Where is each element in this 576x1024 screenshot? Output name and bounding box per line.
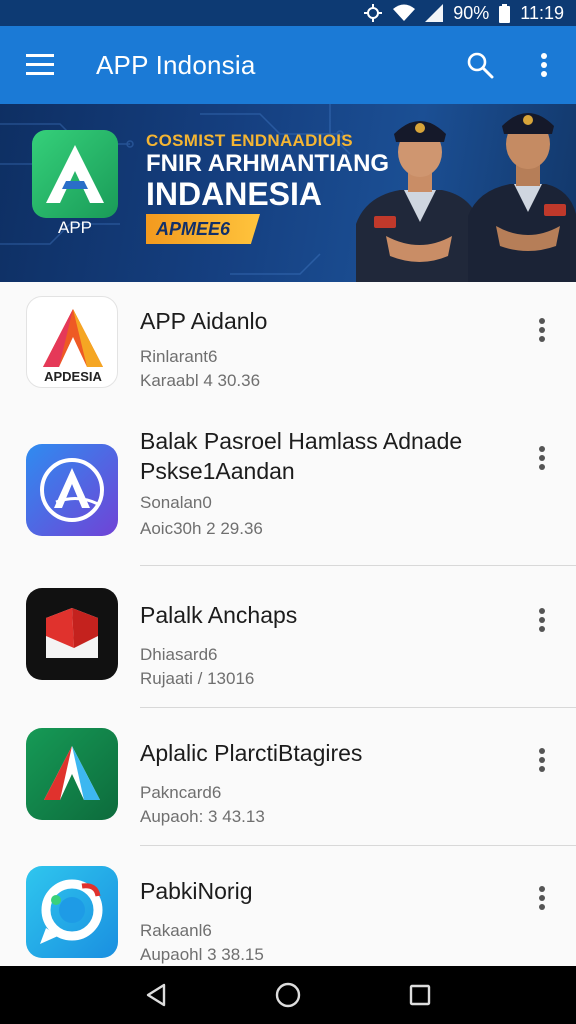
clock: 11:19	[520, 2, 564, 23]
list-item[interactable]: Balak Pasroel Hamlass Adnade Pskse1Aanda…	[0, 422, 576, 566]
home-button[interactable]	[258, 966, 318, 1024]
banner-badge: APMEE6	[146, 214, 261, 244]
list-item[interactable]: PabkiNorig Rakaanl6 Aupaohl 3 38.15	[0, 846, 576, 966]
battery-icon	[499, 3, 511, 23]
app-title: Aplalic PlarctiBtagires	[140, 740, 363, 766]
wifi-icon	[393, 4, 416, 22]
app-title: APP Aidanlo	[140, 308, 268, 334]
home-circle-icon	[275, 982, 301, 1008]
signal-icon	[425, 4, 444, 22]
chat-bubble-logo-icon	[26, 866, 118, 958]
sync-icon	[363, 3, 383, 23]
banner-headline-3: INDANESIA	[146, 176, 323, 212]
more-vert-icon	[539, 446, 545, 470]
more-button[interactable]	[520, 308, 564, 352]
list-item[interactable]: Aplalic PlarctiBtagires Pakncard6 Aupaoh…	[0, 708, 576, 846]
app-subtitle: Dhiasard6	[140, 645, 218, 664]
app-list: APDESIA APP Aidanlo Rinlarant6 Karaabl 4…	[0, 282, 576, 966]
app-bar: APP Indonsia	[0, 26, 576, 104]
more-vert-icon	[539, 318, 545, 342]
navigation-bar	[0, 966, 576, 1024]
app-date: Karaabl 4 30.36	[140, 371, 261, 390]
more-vert-icon	[539, 748, 545, 772]
app-date: Aupaohl 3 38.15	[140, 945, 264, 964]
banner-app-logo	[32, 130, 118, 218]
more-button[interactable]	[520, 738, 564, 782]
app-date: Rujaati / 13016	[140, 669, 255, 688]
more-vert-icon	[539, 886, 545, 910]
banner-headline-2: FNIR ARHMANTIANG	[146, 150, 390, 177]
officers-illustration	[356, 113, 576, 282]
search-button[interactable]	[448, 26, 512, 104]
a-logo-icon	[46, 145, 104, 203]
more-vert-icon	[541, 53, 547, 77]
app-title: APP Indonsia	[96, 49, 256, 80]
menu-button[interactable]	[0, 26, 80, 104]
apdesia-logo-icon: APDESIA	[26, 296, 118, 388]
app-date: Aoic30h 2 29.36	[140, 519, 263, 538]
recents-square-icon	[409, 984, 431, 1006]
more-button[interactable]	[520, 876, 564, 920]
search-icon	[467, 52, 494, 79]
app-subtitle: Pakncard6	[140, 783, 222, 802]
green-a-logo-icon	[26, 728, 118, 820]
app-title: Balak Pasroel Hamlass Adnade Pskse1Aanda…	[140, 428, 463, 484]
blue-a-logo-icon	[26, 444, 118, 536]
banner-logo-label: APP	[57, 218, 93, 237]
app-title: PabkiNorig	[140, 878, 253, 904]
app-subtitle: Sonalan0	[140, 493, 212, 512]
more-button[interactable]	[520, 436, 564, 480]
battery-level: 90%	[453, 2, 490, 23]
app-date: Aupaoh: 3 43.13	[140, 807, 265, 826]
app-title: Palalk Anchaps	[140, 602, 298, 628]
hamburger-icon	[26, 54, 54, 75]
red-box-logo-icon	[26, 588, 118, 680]
overflow-menu-button[interactable]	[512, 26, 576, 104]
back-button[interactable]	[126, 966, 186, 1024]
recents-button[interactable]	[390, 966, 450, 1024]
app-subtitle: Rinlarant6	[140, 347, 218, 366]
banner-headline-1: COSMIST ENDNAADIOIS	[146, 131, 353, 150]
back-triangle-icon	[146, 983, 166, 1007]
status-bar: 90% 11:19	[0, 0, 576, 26]
svg-text:APDESIA: APDESIA	[44, 369, 102, 384]
more-vert-icon	[539, 608, 545, 632]
app-subtitle: Rakaanl6	[140, 921, 212, 940]
list-item[interactable]: APDESIA APP Aidanlo Rinlarant6 Karaabl 4…	[0, 282, 576, 422]
more-button[interactable]	[520, 598, 564, 642]
list-item[interactable]: Palalk Anchaps Dhiasard6 Rujaati / 13016	[0, 566, 576, 708]
